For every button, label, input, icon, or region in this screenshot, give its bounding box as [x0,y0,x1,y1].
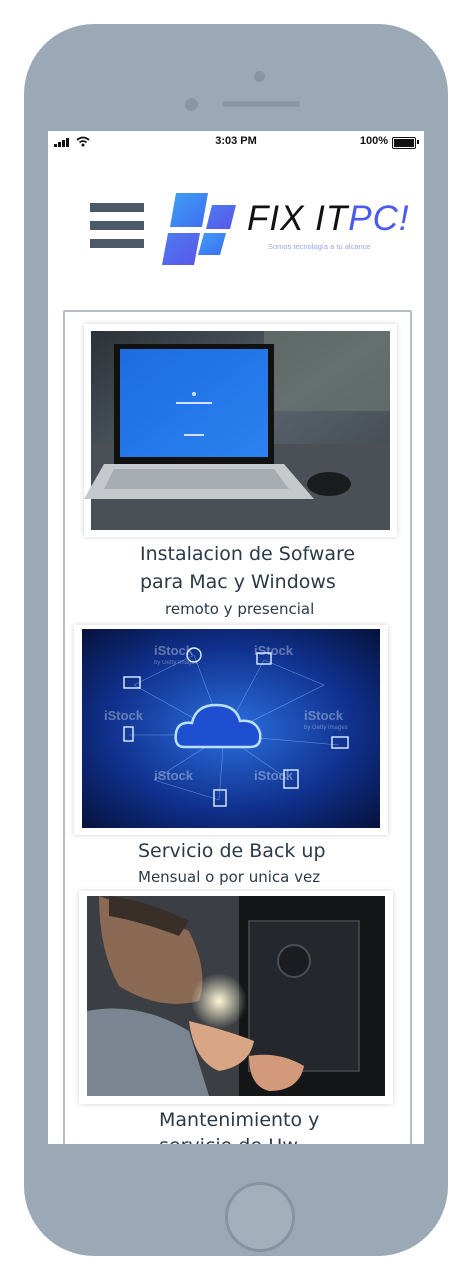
watermark-text: iStock [254,643,294,658]
watermark-text: iStock [304,708,344,723]
earpiece-speaker [222,101,300,107]
laptop-photo [84,331,390,530]
cloud-network-photo: iStock iStock iStock iStock iStock iStoc… [82,629,380,828]
service-subtitle-software: remoto y presencial [165,600,315,618]
service-title-backup: Servicio de Back up [138,840,326,862]
service-title-software-line1: Instalacion de Sofware [140,543,356,565]
technician-photo [87,896,385,1096]
service-subtitle-backup: Mensual o por unica vez [138,868,321,886]
logo-wordmark[interactable]: FIX ITPC! [247,201,410,236]
phone-screen: 3:03 PM 100% FIX ITPC! Somos tecnología … [48,131,424,1144]
status-bar: 3:03 PM 100% [48,131,424,153]
home-button[interactable] [225,1182,295,1252]
front-sensor [254,71,265,82]
service-card-backup[interactable]: iStock iStock iStock iStock iStock iStoc… [74,625,388,835]
logo-text-dark: FIX IT [247,199,349,238]
battery-percentage: 100% [359,135,388,147]
logo-text-accent: PC! [348,199,410,238]
logo-mark-icon [162,193,236,265]
service-card-software[interactable] [84,324,397,537]
watermark-text: iStock [104,708,144,723]
watermark-subtext: by Getty Images [304,725,348,731]
front-camera [185,98,198,111]
battery-tip [417,140,419,144]
service-title-hardware-line1: Mantenimiento y [159,1109,320,1131]
watermark-subtext: by Getty Images [154,660,198,666]
service-title-hardware-line2: servicio de Hw [159,1135,424,1144]
hamburger-menu-icon[interactable] [90,203,144,251]
watermark-text: iStock [154,768,194,783]
battery-icon [392,137,416,149]
watermark-text: iStock [154,643,194,658]
watermark-text: iStock [254,768,294,783]
service-card-hardware[interactable] [79,891,393,1104]
service-title-software-line2: para Mac y Windows [140,571,336,593]
logo-tagline: Somos tecnología a tu alcance [268,242,371,251]
